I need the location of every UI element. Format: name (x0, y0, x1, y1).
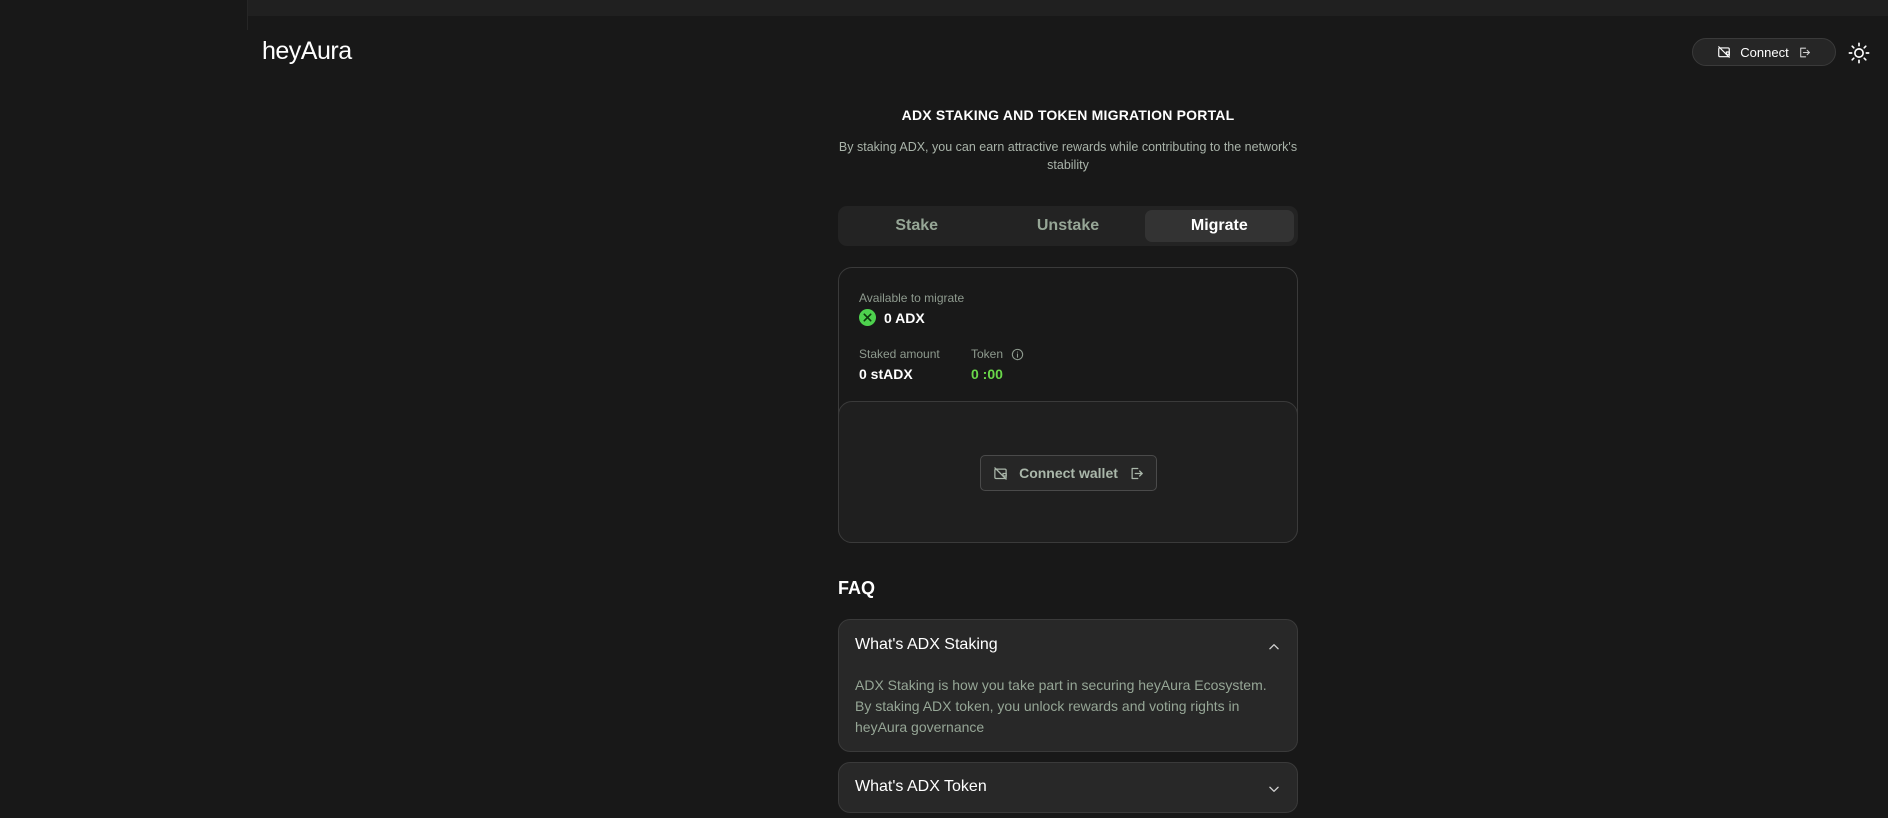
page-subtitle: By staking ADX, you can earn attractive … (838, 140, 1298, 172)
info-icon[interactable] (1011, 348, 1024, 361)
adx-token-icon (859, 309, 876, 326)
available-label: Available to migrate (859, 291, 965, 305)
migrate-card: Available to migrate 0 ADX Staked amount… (838, 267, 1298, 543)
connect-wallet-label: Connect wallet (1019, 465, 1118, 481)
top-strip (247, 0, 1888, 16)
available-value: 0 ADX (884, 309, 925, 326)
wallet-off-icon (993, 466, 1008, 481)
staked-amount-value: 0 stADX (859, 366, 913, 382)
token-label: Token (971, 347, 1004, 361)
theme-toggle-button[interactable] (1845, 39, 1873, 67)
logo[interactable]: heyAura (262, 37, 352, 66)
faq-question[interactable]: What's ADX Token (855, 778, 987, 796)
available-value-row: 0 ADX (859, 309, 925, 326)
login-icon (1129, 466, 1144, 481)
tab-stake[interactable]: Stake (842, 210, 991, 242)
tab-unstake[interactable]: Unstake (993, 210, 1142, 242)
faq-item[interactable]: What's ADX Staking ADX Staking is how yo… (838, 619, 1298, 752)
sun-icon (1848, 42, 1870, 64)
connect-wallet-panel: Connect wallet (838, 401, 1298, 543)
faq-answer: ADX Staking is how you take part in secu… (855, 677, 1267, 735)
connect-label: Connect (1740, 44, 1789, 60)
wallet-off-icon (1717, 45, 1731, 59)
login-icon (1798, 46, 1811, 59)
tab-bar: Stake Unstake Migrate (838, 206, 1298, 246)
token-value: 0 :00 (971, 366, 1003, 382)
chevron-up-icon[interactable] (1267, 640, 1281, 654)
faq-question[interactable]: What's ADX Staking (855, 636, 998, 654)
chevron-down-icon[interactable] (1267, 782, 1281, 796)
divider (247, 0, 248, 30)
page-title: ADX STAKING AND TOKEN MIGRATION PORTAL (901, 107, 1235, 123)
faq-title: FAQ (838, 578, 876, 598)
tab-migrate[interactable]: Migrate (1144, 210, 1294, 242)
token-label-row: Token (971, 347, 1024, 361)
connect-wallet-button[interactable]: Connect wallet (980, 455, 1157, 491)
faq-item[interactable]: What's ADX Token (838, 762, 1298, 813)
connect-button[interactable]: Connect (1692, 38, 1836, 66)
staked-amount-label: Staked amount (859, 347, 940, 361)
